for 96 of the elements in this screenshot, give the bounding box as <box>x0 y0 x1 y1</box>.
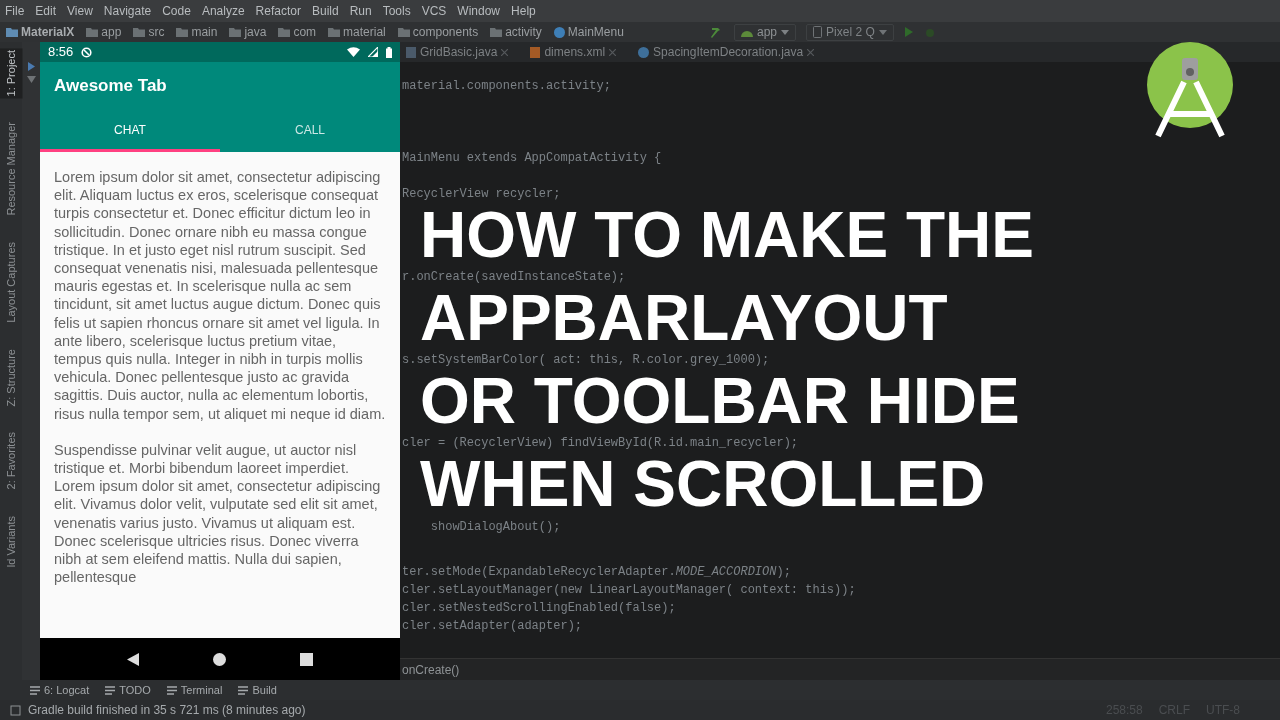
menu-item[interactable]: Run <box>349 2 372 20</box>
breadcrumb[interactable]: MainMenu <box>553 23 624 41</box>
menu-item[interactable]: Refactor <box>255 2 301 20</box>
expand-arrow-icon[interactable] <box>26 62 36 71</box>
tool-window-button[interactable]: Build <box>238 681 277 699</box>
menu-item[interactable]: File <box>5 2 25 20</box>
code-line: cler.setAdapter(adapter); <box>402 618 583 635</box>
status-message: Gradle build finished in 35 s 721 ms (8 minutes ago) <box>28 702 306 719</box>
folder-icon <box>490 27 503 37</box>
menu-item[interactable]: Help <box>511 2 536 20</box>
folder-icon <box>133 27 146 37</box>
menu-item[interactable]: Navigate <box>103 2 152 20</box>
breadcrumb[interactable]: java <box>229 23 267 41</box>
tool-window-tab[interactable]: Layout Captures <box>0 240 23 325</box>
breadcrumb[interactable]: components <box>397 23 479 41</box>
paragraph: Suspendisse pulvinar velit augue, ut auctor nisl tristique et. Morbi bibendum laoreet imperdiet. Lorem ipsum dolor sit amet, consectetur adipiscing elit. Vivamus dolor velit, vulputate sed elit sit amet, venenatis varius justo. Vivamus ut aliquam est. Donec scelerisque ultricies risus. Donec viverra nibh at sem eleifend mattis. Nulla dui sapien, pellentesque <box>54 440 382 587</box>
close-icon[interactable] <box>501 48 509 56</box>
code-line: RecyclerView recycler; <box>402 186 561 203</box>
method-breadcrumb[interactable]: onCreate() <box>402 660 460 679</box>
code-line: material.components.activity; <box>402 78 611 95</box>
breadcrumb[interactable]: src <box>133 23 165 41</box>
code-line: showDialogAbout(); <box>429 519 561 536</box>
battery-icon <box>386 46 392 58</box>
folder-icon <box>229 27 242 37</box>
list-icon <box>238 685 249 695</box>
tool-window-tab[interactable]: 1: Project <box>0 48 23 99</box>
editor-tab[interactable]: SpacingItemDecoration.java <box>634 42 819 62</box>
folder-icon <box>278 27 291 37</box>
android-studio-logo-icon <box>1146 42 1234 138</box>
code-line: r.onCreate(savedInstanceState); <box>402 269 626 286</box>
tool-window-button[interactable]: Terminal <box>166 681 223 699</box>
menu-item[interactable]: Build <box>311 2 339 20</box>
breadcrumb[interactable]: MaterialX <box>6 23 75 41</box>
list-icon <box>166 685 177 695</box>
breadcrumb[interactable]: com <box>278 23 317 41</box>
code-line: s.setSystemBarColor( act: this, R.color.grey_1000); <box>402 352 770 369</box>
paragraph: Lorem ipsum dolor sit amet, consectetur adipiscing elit. Aliquam luctus ex eros, scelerisque consequat turpis consectetur et. Donec efficitur dictum leo in sollicitudin. Donec ornare nibh eu massa congue tristique. In et justo eget nisl rutrum suscipit. Sed consequat venenatis nisi, malesuada pellentesque mauris egestas et. In scelerisque nulla ac sem tincidunt, sit amet luctus augue dictum. Donec quis felis ut sapien rhoncus ornare sit amet vel ligula. In ante libero, scelerisque luctus pretium vitae, tempus quis nulla. Integer in nibh in turpis mollis vehicula. Donec pellentesque justo ac gravida sagittis. Duis auctor, nulla ac elementum lobortis, risus nulla tempor sem, ut aliquet mi neque id diam. <box>54 168 386 423</box>
code-line: cler.setNestedScrollingEnabled(false); <box>402 600 676 617</box>
tab[interactable]: CHAT <box>40 110 220 152</box>
collapse-arrow-icon[interactable] <box>26 75 36 84</box>
overview-icon[interactable] <box>300 652 313 666</box>
notification-icon <box>81 46 93 58</box>
caret-icon <box>781 29 790 35</box>
menu-item[interactable]: Tools <box>382 2 411 20</box>
headline-text: HOW TO MAKE THE <box>420 203 1034 267</box>
list-icon <box>30 685 40 695</box>
back-icon[interactable] <box>127 652 139 666</box>
folder-icon <box>397 27 410 37</box>
code-line: ter.setMode(ExpandableRecyclerAdapter.MODE_ACCORDION); <box>402 564 791 581</box>
editor-tab[interactable]: GridBasic.java <box>402 42 513 62</box>
signal-icon <box>368 47 378 57</box>
tool-window-tab[interactable]: Z: Structure <box>0 346 23 409</box>
headline-text: OR TOOLBAR HIDE <box>420 369 1020 433</box>
class-icon <box>638 46 650 58</box>
editor-tab[interactable]: dimens.xml <box>526 42 621 62</box>
wifi-icon <box>347 47 360 57</box>
breadcrumb[interactable]: material <box>328 23 386 41</box>
code-line: MainMenu extends AppCompatActivity { <box>402 150 662 167</box>
file-icon <box>406 46 416 58</box>
breadcrumb[interactable]: app <box>86 23 122 41</box>
breadcrumb[interactable]: activity <box>490 23 542 41</box>
caret-icon <box>878 29 887 35</box>
close-icon[interactable] <box>609 48 617 56</box>
menu-item[interactable]: Edit <box>35 2 57 20</box>
folder-icon <box>328 27 341 37</box>
class-icon <box>553 26 565 38</box>
code-line: cler.setLayoutManager(new LinearLayoutManager( context: this)); <box>402 582 856 599</box>
device-dropdown[interactable]: Pixel 2 Q <box>806 23 894 41</box>
list-icon <box>105 685 116 695</box>
close-icon[interactable] <box>807 48 815 56</box>
tool-window-tab[interactable]: Resource Manager <box>0 120 23 219</box>
folder-icon <box>6 27 18 37</box>
tool-window-button[interactable]: TODO <box>105 681 151 699</box>
tab[interactable]: CALL <box>220 110 400 152</box>
app-title: Awesome Tab <box>54 75 167 98</box>
menu-item[interactable]: View <box>67 2 93 20</box>
module-dropdown[interactable]: app <box>734 23 797 41</box>
tool-window-button[interactable]: 6: Logcat <box>30 681 90 699</box>
headline-text: WHEN SCROLLED <box>420 452 986 516</box>
run-icon[interactable] <box>903 26 914 38</box>
folder-icon <box>176 27 189 37</box>
menu-item[interactable]: Window <box>457 2 501 20</box>
folder-icon <box>86 27 99 37</box>
panel-toggle-icon[interactable] <box>10 704 22 716</box>
menu-item[interactable]: VCS <box>421 2 447 20</box>
tool-window-tab[interactable]: 2: Favorites <box>0 430 23 492</box>
menu-item[interactable]: Analyze <box>201 2 245 20</box>
headline-text: APPBARLAYOUT <box>420 286 948 350</box>
tool-window-tab[interactable]: ld Variants <box>0 513 23 569</box>
breadcrumb[interactable]: main <box>176 23 218 41</box>
code-line: cler = (RecyclerView) findViewById(R.id.main_recycler); <box>402 435 799 452</box>
phone-icon <box>813 26 823 38</box>
clock: 8:56 <box>48 43 74 62</box>
file-icon <box>530 46 541 58</box>
home-icon[interactable] <box>213 652 226 666</box>
menu-item[interactable]: Code <box>162 2 191 20</box>
